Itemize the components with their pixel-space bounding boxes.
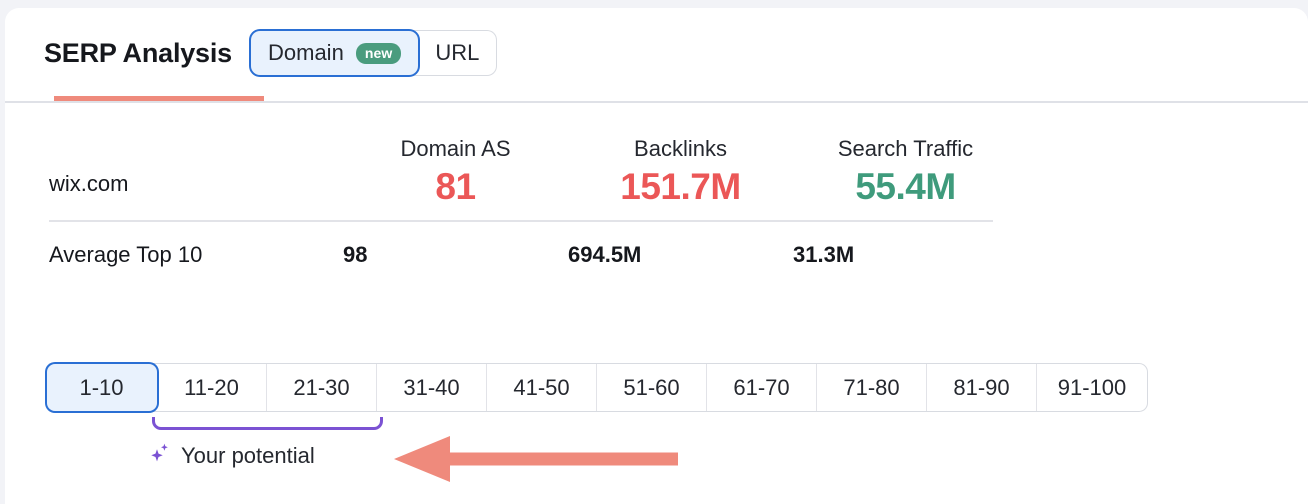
page-range-41-50[interactable]: 41-50: [487, 364, 597, 411]
your-potential-label: Your potential: [181, 443, 315, 469]
your-potential-annotation: Your potential: [148, 441, 315, 470]
your-potential-bracket: [152, 417, 383, 430]
page-range-81-90[interactable]: 81-90: [927, 364, 1037, 411]
average-domain-as: 98: [343, 242, 568, 268]
tab-url-label: URL: [435, 40, 479, 66]
tab-domain-label: Domain: [268, 40, 344, 66]
callout-arrow-icon: [394, 434, 678, 484]
screenshot-root: SERP Analysis Domain new URL Domain AS: [0, 0, 1308, 504]
value-domain-as: 81: [343, 168, 568, 207]
tab-url[interactable]: URL: [418, 31, 496, 75]
average-search-traffic: 31.3M: [793, 242, 1018, 268]
header-content: SERP Analysis Domain new URL: [44, 31, 496, 75]
tab-domain[interactable]: Domain new: [251, 31, 418, 75]
metrics-header-row: Domain AS Backlinks Search Traffic: [49, 136, 993, 168]
page-range-11-20[interactable]: 11-20: [157, 364, 267, 411]
page-title: SERP Analysis: [44, 38, 232, 69]
domain-label: wix.com: [49, 171, 343, 207]
column-header-backlinks: Backlinks: [568, 136, 793, 168]
metrics-table: Domain AS Backlinks Search Traffic wix.c…: [49, 136, 993, 268]
table-row-domain: wix.com 81 151.7M 55.4M: [49, 168, 993, 207]
page-range-91-100[interactable]: 91-100: [1037, 364, 1147, 411]
page-range-31-40[interactable]: 31-40: [377, 364, 487, 411]
average-backlinks: 694.5M: [568, 242, 793, 268]
page-range-51-60[interactable]: 51-60: [597, 364, 707, 411]
page-range-61-70[interactable]: 61-70: [707, 364, 817, 411]
serp-analysis-card: SERP Analysis Domain new URL Domain AS: [5, 8, 1308, 504]
value-backlinks: 151.7M: [568, 168, 793, 207]
table-row-average: Average Top 10 98 694.5M 31.3M: [49, 242, 993, 268]
column-header-domain-as: Domain AS: [343, 136, 568, 168]
position-range-selector[interactable]: 1-10 11-20 21-30 31-40 41-50 51-60 61-70…: [46, 363, 1148, 412]
page-range-71-80[interactable]: 71-80: [817, 364, 927, 411]
average-label: Average Top 10: [49, 242, 343, 268]
header-divider: [5, 101, 1308, 103]
value-search-traffic: 55.4M: [793, 168, 1018, 207]
metrics-row-divider: [49, 220, 993, 222]
column-header-search-traffic: Search Traffic: [793, 136, 1018, 168]
view-mode-toggle[interactable]: Domain new URL: [251, 31, 496, 75]
sparkle-icon: [148, 441, 172, 470]
new-badge: new: [356, 43, 402, 64]
card-header: SERP Analysis Domain new URL: [5, 8, 1308, 94]
page-range-1-10[interactable]: 1-10: [47, 364, 157, 411]
metrics-header-blank: [49, 167, 343, 168]
page-range-21-30[interactable]: 21-30: [267, 364, 377, 411]
